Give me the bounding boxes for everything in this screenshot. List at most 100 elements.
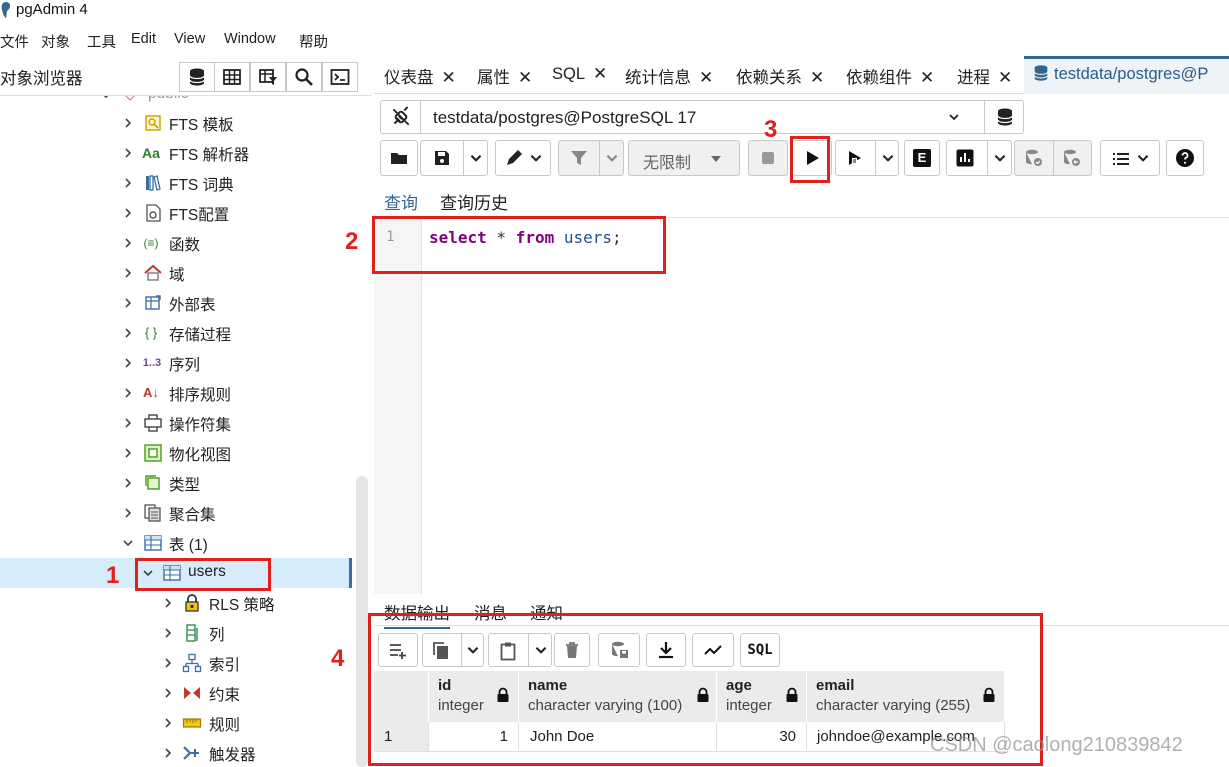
tab-dependents[interactable]: 依赖组件 ✕	[846, 64, 934, 88]
tree-item-operator-families[interactable]: 操作符集	[0, 408, 352, 438]
menu-tools[interactable]: 工具	[87, 31, 116, 52]
tree-item-collations[interactable]: A↓ 排序规则	[0, 378, 352, 408]
filter-button-group[interactable]	[558, 140, 624, 176]
open-file-button[interactable]	[380, 140, 418, 176]
close-icon[interactable]: ✕	[593, 64, 607, 83]
tree-item-tables[interactable]: 表 (1)	[0, 528, 352, 558]
column-header-id[interactable]: id integer	[429, 671, 519, 722]
tree-item-functions[interactable]: (≡) 函数	[0, 228, 352, 258]
close-icon[interactable]: ✕	[920, 68, 934, 87]
tab-notifications[interactable]: 通知	[530, 600, 563, 624]
tab-query-tool[interactable]: testdata/postgres@P	[1032, 64, 1208, 84]
table-cell[interactable]: 30	[717, 722, 807, 752]
tree-item-sequences[interactable]: 1..3 序列	[0, 348, 352, 378]
tree-item-label: 操作符集	[169, 417, 232, 434]
sql-view-button[interactable]: SQL	[740, 633, 780, 667]
tree-item-users-table[interactable]: users	[0, 558, 352, 588]
view-data-button[interactable]	[214, 62, 250, 92]
transaction-button-group[interactable]	[1014, 140, 1092, 176]
psql-tool-button[interactable]	[322, 62, 358, 92]
menu-file[interactable]: 文件	[0, 31, 29, 52]
save-data-button[interactable]	[598, 633, 640, 667]
connection-status-button[interactable]	[381, 101, 421, 133]
tab-dashboard[interactable]: 仪表盘 ✕	[384, 64, 456, 88]
tree-item-rls-policies[interactable]: RLS 策略	[0, 588, 352, 618]
download-button[interactable]	[646, 633, 686, 667]
tree-item-types[interactable]: 类型	[0, 468, 352, 498]
tab-messages[interactable]: 消息	[474, 600, 507, 624]
table-cell[interactable]: John Doe	[519, 722, 717, 752]
tree-item-triggers[interactable]: 触发器	[0, 738, 352, 767]
macros-dropdown-button[interactable]	[1100, 140, 1160, 176]
copy-button-group[interactable]	[422, 633, 484, 667]
grid-corner[interactable]	[374, 671, 429, 722]
tab-properties[interactable]: 属性 ✕	[477, 64, 532, 88]
filter-rows-button[interactable]	[250, 62, 286, 92]
close-icon[interactable]: ✕	[810, 68, 824, 87]
tree-item-columns[interactable]: 列	[0, 618, 352, 648]
menu-edit[interactable]: Edit	[131, 31, 156, 47]
close-icon[interactable]: ✕	[699, 68, 713, 87]
column-header-email[interactable]: email character varying (255)	[807, 671, 1005, 722]
tab-processes[interactable]: 进程 ✕	[957, 64, 1012, 88]
table-icon	[163, 565, 181, 581]
commit-icon	[1026, 149, 1042, 166]
tab-statistics[interactable]: 统计信息 ✕	[625, 64, 713, 88]
tree-item-aggregates[interactable]: 聚合集	[0, 498, 352, 528]
menu-window[interactable]: Window	[224, 31, 276, 47]
tab-sql[interactable]: SQL ✕	[552, 64, 607, 84]
close-icon[interactable]: ✕	[998, 68, 1012, 87]
tree-item-foreign-tables[interactable]: 外部表	[0, 288, 352, 318]
column-header-name[interactable]: name character varying (100)	[519, 671, 717, 722]
new-connection-button[interactable]	[984, 101, 1024, 133]
table-cell[interactable]: 1	[429, 722, 519, 752]
tree-item-fts-configurations[interactable]: FTS配置	[0, 198, 352, 228]
close-icon[interactable]: ✕	[518, 68, 532, 87]
edit-dropdown-button[interactable]	[495, 140, 551, 176]
tab-data-output[interactable]: 数据输出	[384, 600, 450, 629]
search-objects-button[interactable]	[286, 62, 322, 92]
connection-select[interactable]: testdata/postgres@PostgreSQL 17	[380, 100, 1024, 134]
row-limit-select[interactable]: 无限制	[628, 140, 740, 176]
tree-item-fts-parsers[interactable]: Aa FTS 解析器	[0, 138, 352, 168]
menu-help[interactable]: 帮助	[299, 31, 328, 52]
help-button[interactable]	[1166, 140, 1204, 176]
stop-button[interactable]	[748, 140, 788, 176]
menu-view[interactable]: View	[174, 31, 205, 47]
tab-dependencies[interactable]: 依赖关系 ✕	[736, 64, 824, 88]
explain-button[interactable]: E	[904, 140, 940, 176]
sql-editor[interactable]: 1 select * from users;	[374, 219, 1229, 594]
row-number-cell[interactable]: 1	[374, 722, 429, 752]
tree-item-domains[interactable]: 域	[0, 258, 352, 288]
tree-item-fts-dictionaries[interactable]: FTS 词典	[0, 168, 352, 198]
tab-query[interactable]: 查询	[384, 189, 418, 214]
output-toolbar: SQL	[378, 633, 1229, 669]
chevron-down-icon	[103, 96, 109, 99]
tree-item-procedures[interactable]: { } 存储过程	[0, 318, 352, 348]
column-header-age[interactable]: age integer	[717, 671, 807, 722]
paste-button-group[interactable]	[488, 633, 552, 667]
chevron-right-icon	[125, 208, 132, 218]
graph-visualiser-button[interactable]	[692, 633, 734, 667]
add-row-button[interactable]	[378, 633, 418, 667]
menu-object[interactable]: 对象	[41, 31, 70, 52]
tree-item-materialized-views[interactable]: 物化视图	[0, 438, 352, 468]
fts-template-icon	[145, 115, 161, 131]
execute-options-button[interactable]	[835, 140, 899, 176]
query-tool-button[interactable]	[179, 62, 215, 92]
tree-item-constraints[interactable]: 约束	[0, 678, 352, 708]
save-button-group[interactable]	[420, 140, 488, 176]
tree-scrollbar[interactable]	[356, 476, 368, 767]
close-icon[interactable]: ✕	[442, 68, 456, 87]
tree-item-rules[interactable]: 规则	[0, 708, 352, 738]
delete-row-button[interactable]	[554, 633, 590, 667]
chevron-down-icon[interactable]	[468, 150, 484, 166]
table-filter-icon	[259, 69, 277, 85]
fts-config-icon	[146, 204, 161, 222]
explain-analyze-button[interactable]	[946, 140, 1012, 176]
execute-button[interactable]	[792, 140, 832, 176]
tree-item-indexes[interactable]: 索引	[0, 648, 352, 678]
tree-item-fts-templates[interactable]: FTS 模板	[0, 108, 352, 138]
column-type: character varying (100)	[528, 697, 683, 714]
tab-query-history[interactable]: 查询历史	[440, 189, 508, 214]
